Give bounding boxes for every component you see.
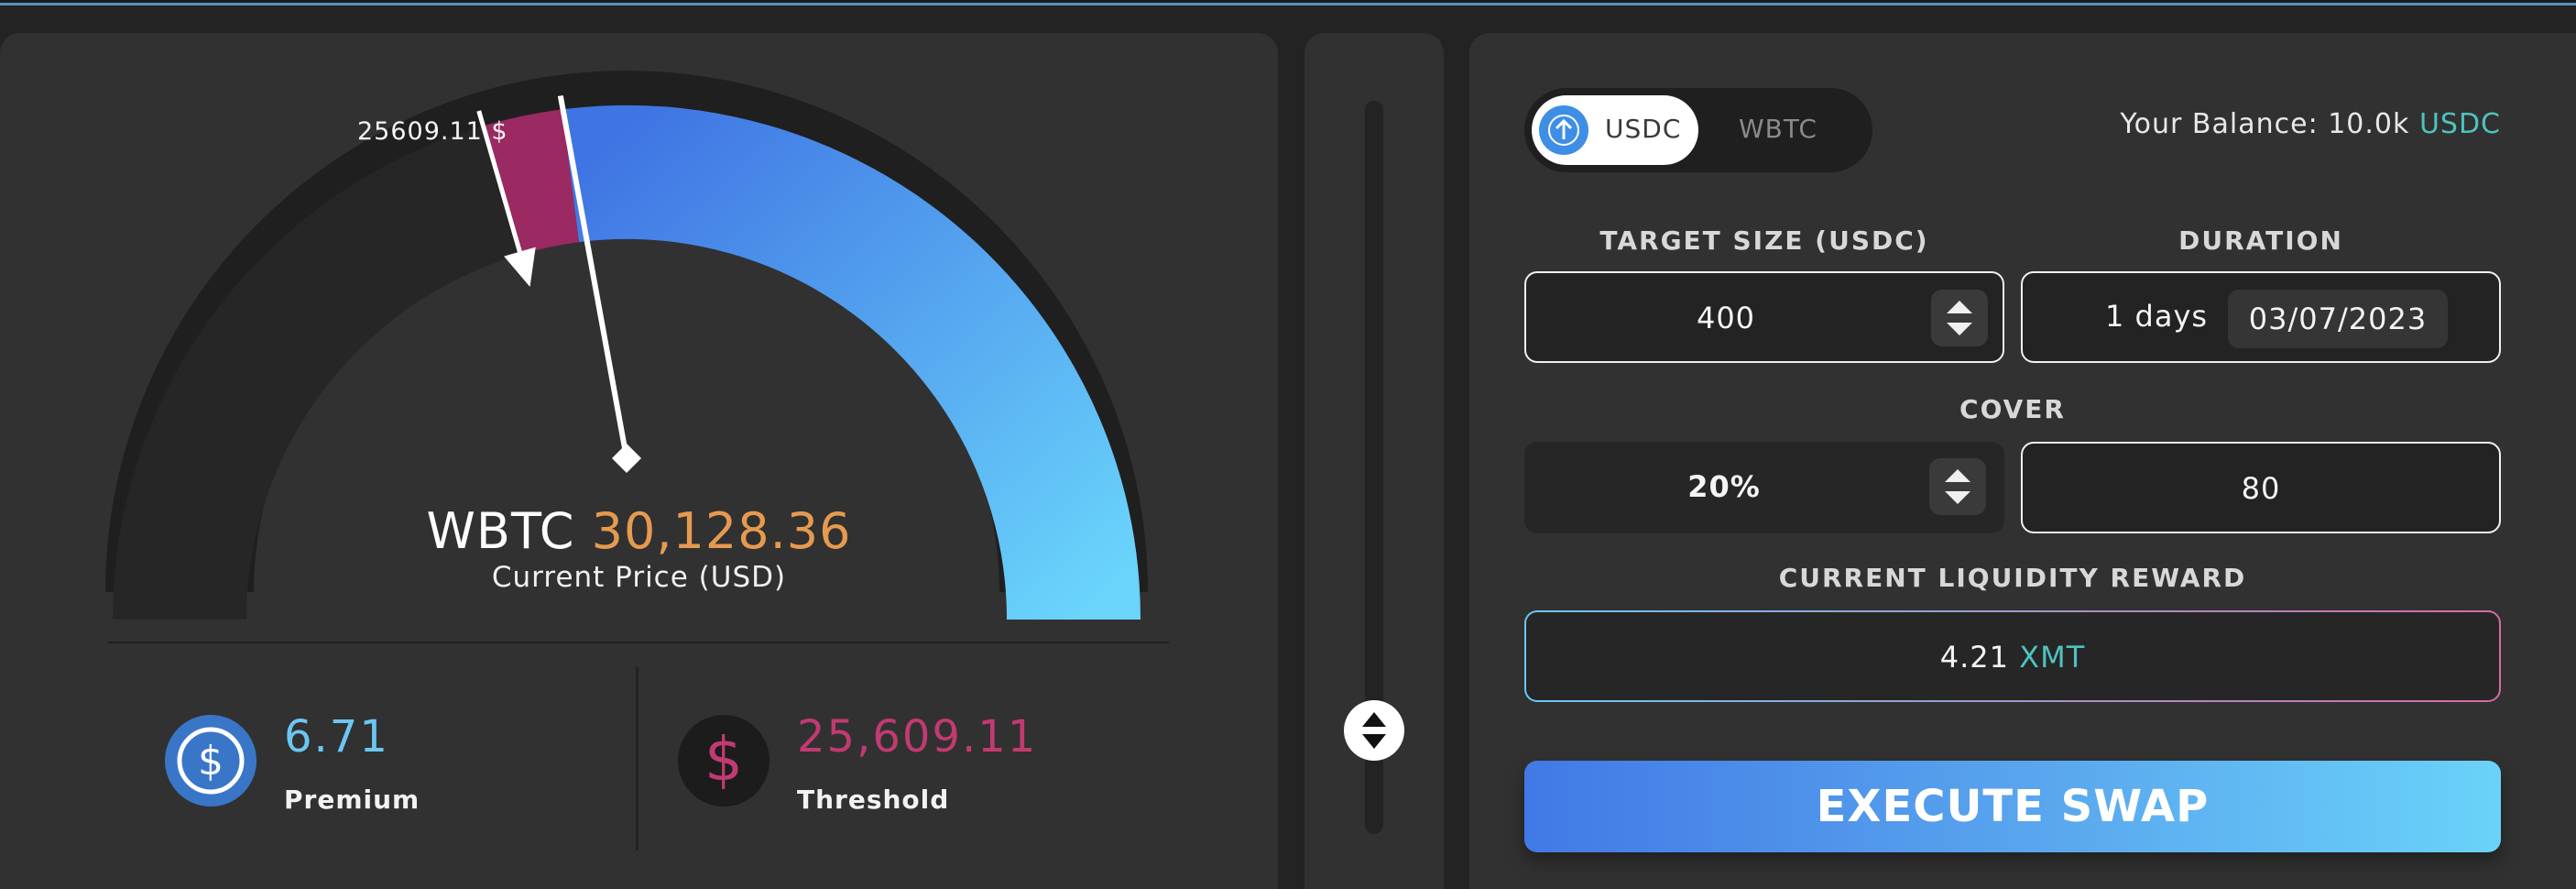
reward-label: CURRENT LIQUIDITY REWARD [1778, 563, 2247, 593]
token-toggle[interactable]: USDC WBTC [1524, 88, 1872, 172]
premium-label: Premium [284, 785, 420, 815]
stats-column-divider [636, 667, 639, 851]
up-down-arrows-icon [1362, 712, 1386, 749]
target-size-value: 400 [1696, 301, 1756, 335]
current-price-readout: WBTC 30,128.36 [0, 502, 1278, 560]
execute-swap-button[interactable]: EXECUTE SWAP [1524, 761, 2501, 852]
token-option-usdc-label: USDC [1605, 114, 1682, 144]
cover-percent-value: 20% [1687, 469, 1761, 504]
balance-label: Your Balance: 10.0k [2120, 108, 2410, 140]
token-option-usdc[interactable]: USDC [1532, 95, 1698, 165]
balance-readout: Your Balance: 10.0k USDC [2120, 108, 2501, 140]
cover-label: COVER [1959, 394, 2066, 424]
current-price-value: 30,128.36 [591, 502, 852, 560]
stepper-arrows-icon [1947, 301, 1972, 335]
liquidity-reward-field: 4.21 XMT [1524, 610, 2501, 702]
expiry-date-picker[interactable]: 03/07/2023 [2228, 290, 2448, 348]
cover-amount-value: 80 [2241, 471, 2281, 506]
gauge-threshold-arc [483, 109, 581, 255]
target-size-label: TARGET SIZE (USDC) [1599, 225, 1929, 256]
target-size-input[interactable]: 400 [1524, 271, 2004, 363]
reward-unit: XMT [2019, 640, 2086, 675]
price-needle-pivot [612, 444, 641, 473]
premium-value: 6.71 [284, 711, 389, 763]
cover-percent-input[interactable]: 20% [1524, 442, 2004, 533]
dollar-icon: $ [678, 715, 770, 807]
cover-percent-stepper[interactable] [1929, 458, 1986, 515]
current-price-label: Current Price (USD) [491, 561, 787, 594]
threshold-value: 25,609.11 [797, 711, 1038, 763]
cover-amount-input[interactable]: 80 [2021, 442, 2501, 533]
token-option-wbtc[interactable]: WBTC [1739, 114, 1817, 144]
balance-currency: USDC [2418, 108, 2501, 140]
target-size-stepper[interactable] [1931, 290, 1988, 346]
reward-value: 4.21 [1939, 640, 2009, 675]
threshold-tag: 25609.11 $ [357, 117, 508, 146]
svg-text:$: $ [198, 738, 224, 785]
threshold-label: Threshold [797, 785, 950, 815]
arrow-up-icon [1539, 105, 1588, 155]
stats-divider [108, 642, 1169, 643]
liquidity-reward-readout: 4.21 XMT [1526, 640, 2499, 675]
usdc-coin-icon: $ [165, 715, 257, 807]
panel-resize-handle[interactable] [1344, 700, 1404, 761]
stepper-arrows-icon [1945, 469, 1970, 504]
asset-name: WBTC [426, 502, 575, 560]
duration-label: DURATION [2178, 225, 2343, 256]
duration-input[interactable]: 1 days 03/07/2023 [2021, 271, 2501, 363]
duration-days: 1 days [2105, 299, 2209, 334]
top-border [0, 0, 2576, 5]
